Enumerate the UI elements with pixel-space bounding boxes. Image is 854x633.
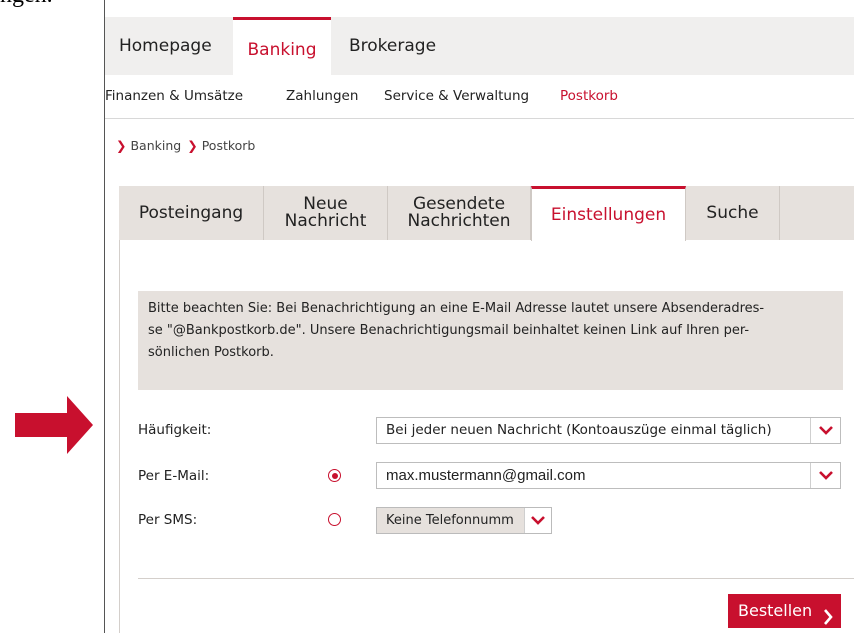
sms-label: Per SMS:	[138, 512, 198, 528]
tab-label: Einstellungen	[550, 204, 667, 225]
frequency-value: Bei jeder neuen Nachricht (Kontoauszüge …	[386, 422, 772, 438]
chevron-right-icon: ❯	[187, 138, 198, 153]
sub-navigation: Finanzen & Umsätze Zahlungen Service & V…	[105, 75, 854, 119]
tab-neue-nachricht[interactable]: Neue Nachricht	[264, 186, 388, 240]
nav-tab-brokerage[interactable]: Brokerage	[349, 17, 436, 75]
nav-tab-homepage[interactable]: Homepage	[119, 17, 212, 75]
top-navigation: Homepage Banking Brokerage	[105, 17, 854, 75]
subnav-item-service[interactable]: Service & Verwaltung	[384, 75, 529, 118]
radio-dot	[331, 472, 338, 479]
divider	[138, 578, 854, 579]
email-radio-selected-icon[interactable]	[328, 469, 341, 482]
breadcrumb: ❯ Banking ❯ Postkorb	[116, 136, 261, 156]
sms-value: Keine Telefonnumm	[386, 513, 514, 528]
tab-label-line2: Nachricht	[284, 211, 367, 231]
browser-frame: Homepage Banking Brokerage Finanzen & Um…	[104, 0, 854, 633]
order-button[interactable]: Bestellen	[728, 594, 841, 628]
tab-suche[interactable]: Suche	[686, 186, 780, 240]
chevron-down-icon[interactable]	[524, 508, 551, 533]
subnav-item-postkorb[interactable]: Postkorb	[560, 75, 618, 118]
tab-label: Posteingang	[138, 202, 244, 223]
chevron-down-icon[interactable]	[810, 418, 840, 443]
chevron-right-icon	[823, 603, 833, 633]
nav-tab-banking[interactable]: Banking	[233, 17, 331, 75]
chevron-right-icon: ❯	[116, 138, 127, 153]
breadcrumb-postkorb: Postkorb	[201, 138, 256, 153]
tab-einstellungen[interactable]: Einstellungen	[531, 186, 686, 241]
subnav-item-zahlungen[interactable]: Zahlungen	[286, 75, 358, 118]
tab-gesendete-nachrichten[interactable]: Gesendete Nachrichten	[388, 186, 531, 240]
background-text: ngen.	[0, 0, 53, 9]
notice-line-1: Bitte beachten Sie: Bei Benachrichtigung…	[148, 301, 765, 316]
tab-posteingang[interactable]: Posteingang	[119, 186, 264, 240]
sms-radio-unselected-icon[interactable]	[328, 513, 341, 526]
email-label: Per E-Mail:	[138, 468, 210, 484]
breadcrumb-banking[interactable]: Banking	[130, 138, 181, 153]
subnav-item-finanzen[interactable]: Finanzen & Umsätze	[105, 75, 243, 118]
red-arrow-icon	[15, 396, 93, 458]
frequency-label: Häufigkeit:	[138, 422, 212, 438]
email-select[interactable]: max.mustermann@gmail.com	[376, 462, 841, 489]
sms-select[interactable]: Keine Telefonnumm	[376, 507, 552, 534]
email-value: max.mustermann@gmail.com	[386, 467, 586, 484]
order-button-label: Bestellen	[738, 601, 813, 620]
frequency-select[interactable]: Bei jeder neuen Nachricht (Kontoauszüge …	[376, 417, 841, 444]
notice-line-2: se "@Bankpostkorb.de". Unsere Benachrich…	[148, 323, 750, 338]
tab-label-line2: Nachrichten	[407, 211, 511, 231]
notice-line-3: sönlichen Postkorb.	[148, 345, 274, 360]
notice-box: Bitte beachten Sie: Bei Benachrichtigung…	[138, 291, 843, 390]
tab-label: Suche	[706, 202, 759, 223]
chevron-down-icon[interactable]	[810, 463, 840, 488]
